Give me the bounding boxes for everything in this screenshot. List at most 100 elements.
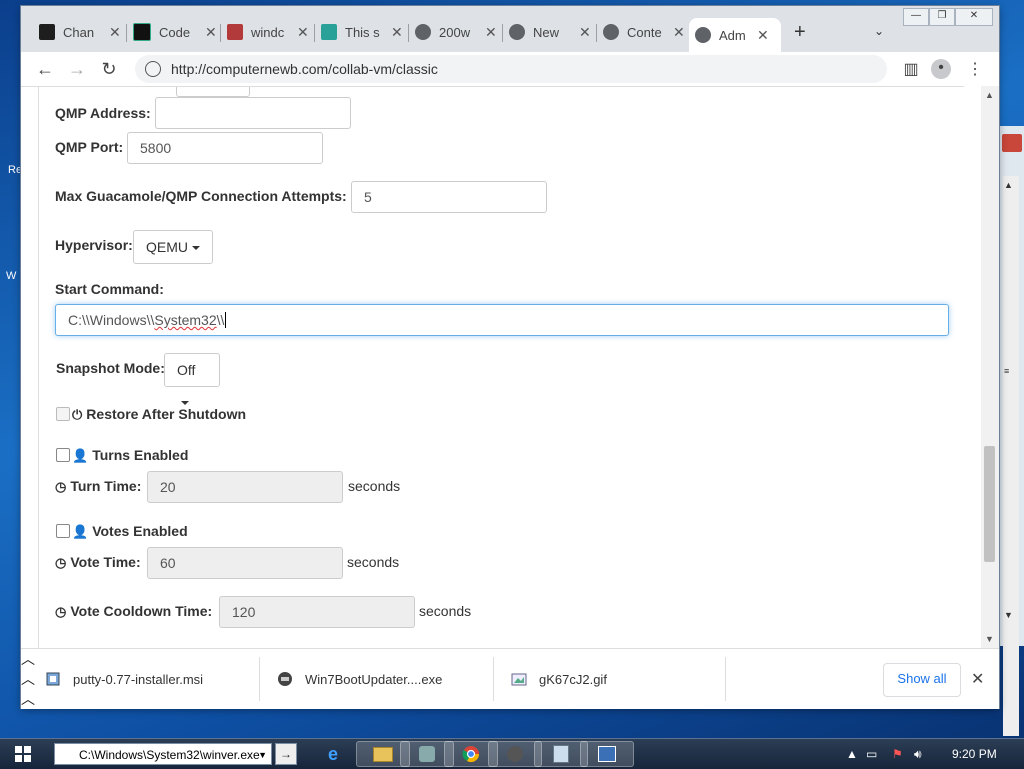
- turn-time-input[interactable]: 20: [147, 471, 343, 503]
- tab-7[interactable]: Conte ✕: [597, 18, 685, 46]
- vote-cooldown-input[interactable]: 120: [219, 596, 415, 628]
- download-filename: putty-0.77-installer.msi: [73, 671, 204, 687]
- download-filename: Win7BootUpdater....exe: [305, 671, 443, 687]
- snapshot-mode-value: Off: [177, 362, 196, 378]
- downloads-bar: putty-0.77-installer.msi ︿ Win7BootUpdat…: [21, 648, 999, 709]
- address-bar[interactable]: http://computernewb.com/collab-vm/classi…: [135, 55, 887, 83]
- qmp-address-input[interactable]: [155, 97, 351, 129]
- votes-enabled-row: 👤 Votes Enabled: [72, 523, 188, 540]
- vote-cooldown-label: Vote Cooldown Time:: [70, 603, 213, 619]
- tab-5[interactable]: 200w ✕: [409, 18, 497, 46]
- max-attempts-input[interactable]: 5: [351, 181, 547, 213]
- tab-8-active[interactable]: Adm ✕: [689, 18, 781, 52]
- hypervisor-dropdown[interactable]: QEMU: [133, 230, 213, 264]
- clock-icon: ◷: [55, 555, 67, 570]
- download-item[interactable]: putty-0.77-installer.msi: [45, 649, 203, 709]
- close-icon[interactable]: [1002, 134, 1022, 152]
- volume-icon[interactable]: 🔊︎: [914, 747, 922, 762]
- taskbar-edge-icon[interactable]: e: [306, 741, 360, 767]
- votes-enabled-checkbox[interactable]: [56, 524, 70, 538]
- tab-2[interactable]: Code ✕: [127, 18, 217, 46]
- tab-search-chevron-icon[interactable]: ⌄: [874, 24, 884, 38]
- close-icon[interactable]: ✕: [971, 669, 984, 689]
- reload-icon[interactable]: ↻: [97, 57, 121, 81]
- download-item[interactable]: gK67cJ2.gif: [511, 649, 607, 709]
- close-icon[interactable]: ✕: [757, 27, 769, 44]
- url-text[interactable]: http://computernewb.com/collab-vm/classi…: [171, 61, 438, 77]
- menu-kebab-icon[interactable]: ⋮: [965, 59, 985, 79]
- side-panel-icon[interactable]: ▥: [901, 59, 921, 79]
- run-value: C:\Windows\System32\winver.exe: [79, 748, 260, 762]
- close-icon[interactable]: ✕: [485, 24, 497, 41]
- windows-start-icon[interactable]: [14, 745, 32, 763]
- votes-enabled-label: Votes Enabled: [92, 523, 188, 539]
- start-command-input[interactable]: C:\\Windows\\System32\\: [55, 304, 949, 336]
- globe-icon: [415, 24, 431, 40]
- forward-arrow-icon[interactable]: →: [65, 57, 89, 81]
- vote-time-row: ◷ Vote Time:: [55, 554, 141, 571]
- vote-cooldown-row: ◷ Vote Cooldown Time:: [55, 603, 212, 620]
- caret-down-icon: [192, 246, 200, 251]
- tab-title: Adm: [719, 27, 746, 43]
- code-icon: [133, 23, 151, 41]
- page-scrollbar[interactable]: ▲ ▼: [981, 86, 999, 648]
- tab-strip: — ❐ ✕ Chan ✕ Code ✕ windc ✕ This s ✕ 200…: [21, 6, 999, 52]
- desktop-icon-label: W: [6, 270, 17, 282]
- action-center-icon[interactable]: ⚑: [892, 747, 903, 761]
- maximize-icon[interactable]: ❐: [929, 8, 955, 26]
- taskbar-winver-icon[interactable]: [580, 741, 634, 767]
- hypervisor-label: Hypervisor:: [55, 237, 133, 253]
- scroll-thumb[interactable]: [984, 446, 995, 562]
- msi-installer-icon: [46, 672, 60, 686]
- turn-time-row: ◷ Turn Time:: [55, 478, 141, 495]
- snapshot-mode-label: Snapshot Mode:: [56, 360, 165, 376]
- site-info-icon[interactable]: [145, 61, 161, 77]
- profile-avatar-icon[interactable]: •: [931, 59, 951, 79]
- window-close-icon[interactable]: ✕: [955, 8, 993, 26]
- scroll-thumb-icon[interactable]: ≡: [1004, 366, 1009, 376]
- tab-title: 200w: [439, 24, 471, 40]
- minimize-icon[interactable]: —: [903, 8, 929, 26]
- close-icon[interactable]: ✕: [297, 24, 309, 41]
- start-command-text: C:\\Windows\\: [68, 312, 155, 328]
- tab-3[interactable]: windc ✕: [221, 18, 309, 46]
- close-icon[interactable]: ✕: [205, 24, 217, 41]
- tab-6[interactable]: New ✕: [503, 18, 591, 46]
- partial-button[interactable]: [176, 87, 250, 97]
- tab-title: New: [533, 24, 560, 40]
- scroll-up-icon[interactable]: ▲: [1004, 180, 1013, 190]
- qmp-port-input[interactable]: 5800: [127, 132, 323, 164]
- go-arrow-icon[interactable]: →: [275, 743, 297, 765]
- network-icon[interactable]: ▭: [866, 747, 877, 761]
- clock[interactable]: 9:20 PM: [952, 747, 997, 761]
- toolbar: ← → ↻ http://computernewb.com/collab-vm/…: [21, 52, 999, 86]
- restore-after-shutdown-row: ⏻ Restore After Shutdown: [72, 406, 246, 423]
- tab-title: Chan: [63, 24, 95, 40]
- scroll-up-icon[interactable]: ▲: [985, 90, 994, 100]
- tab-title: This s: [345, 24, 380, 40]
- vote-time-input[interactable]: 60: [147, 547, 343, 579]
- stackexchange-icon: [39, 24, 55, 40]
- show-all-button[interactable]: Show all: [883, 663, 961, 697]
- power-icon: ⏻: [72, 407, 83, 422]
- back-arrow-icon[interactable]: ←: [33, 57, 57, 81]
- turns-enabled-checkbox[interactable]: [56, 448, 70, 462]
- close-icon[interactable]: ✕: [673, 24, 685, 41]
- scroll-down-icon[interactable]: ▼: [985, 634, 994, 644]
- tray-expand-icon[interactable]: ▲: [846, 747, 858, 761]
- close-icon[interactable]: ✕: [391, 24, 403, 41]
- vote-time-seconds: seconds: [347, 554, 400, 570]
- dropdown-arrow-icon[interactable]: ▼: [258, 744, 267, 764]
- tab-4[interactable]: This s ✕: [315, 18, 403, 46]
- close-icon[interactable]: ✕: [109, 24, 121, 41]
- snapshot-mode-dropdown[interactable]: Off: [164, 353, 220, 406]
- download-item[interactable]: Win7BootUpdater....exe: [277, 649, 442, 709]
- background-scrollbar[interactable]: [1003, 176, 1019, 736]
- address-toolbar-input[interactable]: C:\Windows\System32\winver.exe ▼: [54, 743, 272, 765]
- restore-after-shutdown-checkbox[interactable]: [56, 407, 70, 421]
- new-tab-button[interactable]: +: [794, 21, 806, 44]
- tab-1[interactable]: Chan ✕: [33, 18, 121, 46]
- clock-icon: ◷: [55, 479, 67, 494]
- close-icon[interactable]: ✕: [579, 24, 591, 41]
- scroll-down-icon[interactable]: ▼: [1004, 610, 1013, 620]
